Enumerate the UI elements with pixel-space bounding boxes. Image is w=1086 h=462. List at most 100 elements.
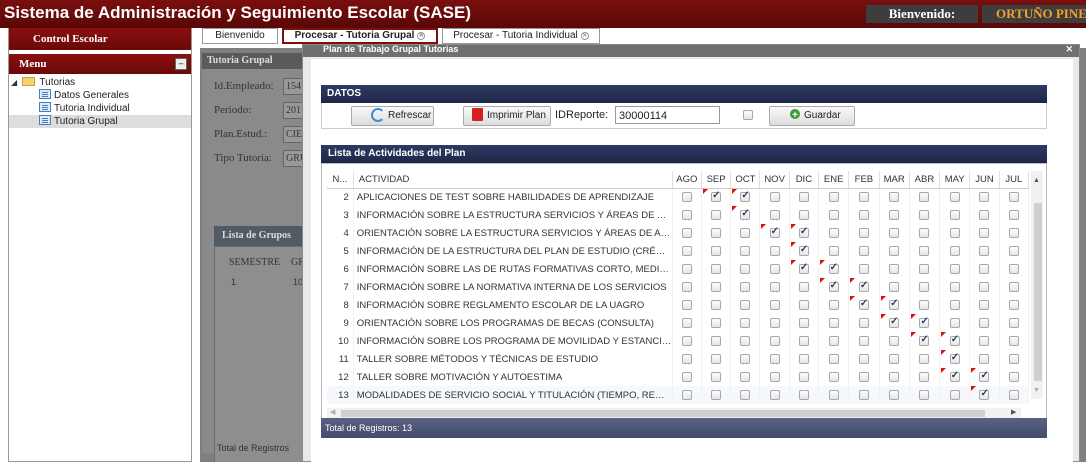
month-checkbox[interactable] xyxy=(828,209,839,220)
month-checkbox[interactable] xyxy=(979,192,990,203)
guardar-checkbox[interactable] xyxy=(743,110,753,120)
month-checkbox[interactable] xyxy=(889,263,900,274)
month-checkbox[interactable] xyxy=(769,281,780,292)
month-checkbox[interactable] xyxy=(769,245,780,256)
month-checkbox[interactable] xyxy=(919,316,930,328)
month-checkbox[interactable] xyxy=(740,263,751,274)
month-checkbox[interactable] xyxy=(889,316,900,328)
column-header[interactable]: ENE xyxy=(818,171,850,189)
sidebar-item[interactable]: Datos Generales xyxy=(9,89,191,102)
month-checkbox[interactable] xyxy=(858,335,869,346)
month-checkbox[interactable] xyxy=(798,209,809,220)
month-checkbox[interactable] xyxy=(858,353,869,364)
vertical-scrollbar[interactable]: ▲ ▼ xyxy=(1031,171,1043,399)
month-checkbox[interactable] xyxy=(798,192,809,203)
month-checkbox[interactable] xyxy=(979,299,990,310)
tab-0[interactable]: Bienvenido xyxy=(202,28,278,44)
month-checkbox[interactable] xyxy=(769,263,780,274)
month-checkbox[interactable] xyxy=(798,335,809,346)
month-checkbox[interactable] xyxy=(740,299,751,310)
month-checkbox[interactable] xyxy=(949,317,960,328)
column-header[interactable]: ABR xyxy=(909,171,941,189)
month-checkbox[interactable] xyxy=(711,371,722,382)
month-checkbox[interactable] xyxy=(769,389,780,400)
month-checkbox[interactable] xyxy=(889,371,900,382)
month-checkbox[interactable] xyxy=(828,317,839,328)
month-checkbox[interactable] xyxy=(828,192,839,203)
month-checkbox[interactable] xyxy=(798,317,809,328)
month-checkbox[interactable] xyxy=(711,281,722,292)
tab-2[interactable]: Procesar - Tutoria Individual ✕ xyxy=(442,28,600,44)
month-checkbox[interactable] xyxy=(858,280,869,292)
month-checkbox[interactable] xyxy=(919,192,930,203)
month-checkbox[interactable] xyxy=(889,281,900,292)
month-checkbox[interactable] xyxy=(681,192,692,203)
month-checkbox[interactable] xyxy=(681,263,692,274)
month-checkbox[interactable] xyxy=(919,389,930,400)
month-checkbox[interactable] xyxy=(889,353,900,364)
month-checkbox[interactable] xyxy=(919,281,930,292)
month-checkbox[interactable] xyxy=(798,244,809,256)
column-header[interactable]: JUN xyxy=(969,171,1000,189)
month-checkbox[interactable] xyxy=(1008,281,1019,292)
month-checkbox[interactable] xyxy=(1008,227,1019,238)
month-checkbox[interactable] xyxy=(740,227,751,238)
month-checkbox[interactable] xyxy=(858,298,869,310)
scroll-down-icon[interactable]: ▼ xyxy=(1033,387,1040,394)
sidebar-item[interactable]: Tutoria Individual xyxy=(9,102,191,115)
month-checkbox[interactable] xyxy=(681,371,692,382)
refresh-button[interactable]: Refrescar xyxy=(351,106,434,126)
month-checkbox[interactable] xyxy=(740,389,751,400)
month-checkbox[interactable] xyxy=(979,317,990,328)
month-checkbox[interactable] xyxy=(1008,389,1019,400)
expand-arrow-icon[interactable]: ◢ xyxy=(11,76,19,89)
sidebar-item[interactable]: Tutoria Grupal xyxy=(9,115,191,128)
month-checkbox[interactable] xyxy=(889,192,900,203)
month-checkbox[interactable] xyxy=(798,353,809,364)
month-checkbox[interactable] xyxy=(949,334,960,346)
month-checkbox[interactable] xyxy=(949,192,960,203)
month-checkbox[interactable] xyxy=(711,335,722,346)
column-header[interactable]: AGO xyxy=(672,171,702,189)
scroll-left-icon[interactable]: ◀ xyxy=(330,408,335,416)
month-checkbox[interactable] xyxy=(681,353,692,364)
month-checkbox[interactable] xyxy=(769,335,780,346)
month-checkbox[interactable] xyxy=(711,299,722,310)
month-checkbox[interactable] xyxy=(740,335,751,346)
month-checkbox[interactable] xyxy=(740,190,751,203)
table-row[interactable]: 4 ORIENTACIÓN SOBRE LA ESTRUCTURA SERVICI… xyxy=(327,224,1030,242)
tab-close-icon[interactable]: ✕ xyxy=(417,32,426,40)
month-checkbox[interactable] xyxy=(1008,299,1019,310)
month-checkbox[interactable] xyxy=(828,371,839,382)
scroll-up-icon[interactable]: ▲ xyxy=(1033,177,1040,184)
table-row[interactable]: 11 TALLER SOBRE MÉTODOS Y TÉCNICAS DE EST… xyxy=(327,350,1030,368)
table-row[interactable]: 2 APLICACIONES DE TEST SOBRE HABILIDADES … xyxy=(327,188,1030,206)
month-checkbox[interactable] xyxy=(828,389,839,400)
month-checkbox[interactable] xyxy=(1008,335,1019,346)
month-checkbox[interactable] xyxy=(681,317,692,328)
month-checkbox[interactable] xyxy=(949,263,960,274)
month-checkbox[interactable] xyxy=(979,388,990,400)
month-checkbox[interactable] xyxy=(949,352,960,364)
horizontal-scroll-thumb[interactable] xyxy=(341,410,985,417)
column-header[interactable]: NOV xyxy=(759,171,790,189)
month-checkbox[interactable] xyxy=(828,262,839,274)
month-checkbox[interactable] xyxy=(769,371,780,382)
month-checkbox[interactable] xyxy=(1008,317,1019,328)
month-checkbox[interactable] xyxy=(889,335,900,346)
idreporte-input[interactable] xyxy=(615,106,720,124)
month-checkbox[interactable] xyxy=(681,389,692,400)
month-checkbox[interactable] xyxy=(979,263,990,274)
month-checkbox[interactable] xyxy=(711,245,722,256)
month-checkbox[interactable] xyxy=(769,317,780,328)
column-header[interactable]: MAY xyxy=(939,171,971,189)
month-checkbox[interactable] xyxy=(889,209,900,220)
column-header[interactable]: SEP xyxy=(701,171,732,189)
column-header[interactable]: JUL xyxy=(999,171,1030,189)
save-button[interactable]: Guardar xyxy=(769,106,855,126)
month-checkbox[interactable] xyxy=(681,245,692,256)
month-checkbox[interactable] xyxy=(681,227,692,238)
column-header[interactable]: MAR xyxy=(879,171,910,189)
month-checkbox[interactable] xyxy=(828,299,839,310)
month-checkbox[interactable] xyxy=(740,317,751,328)
